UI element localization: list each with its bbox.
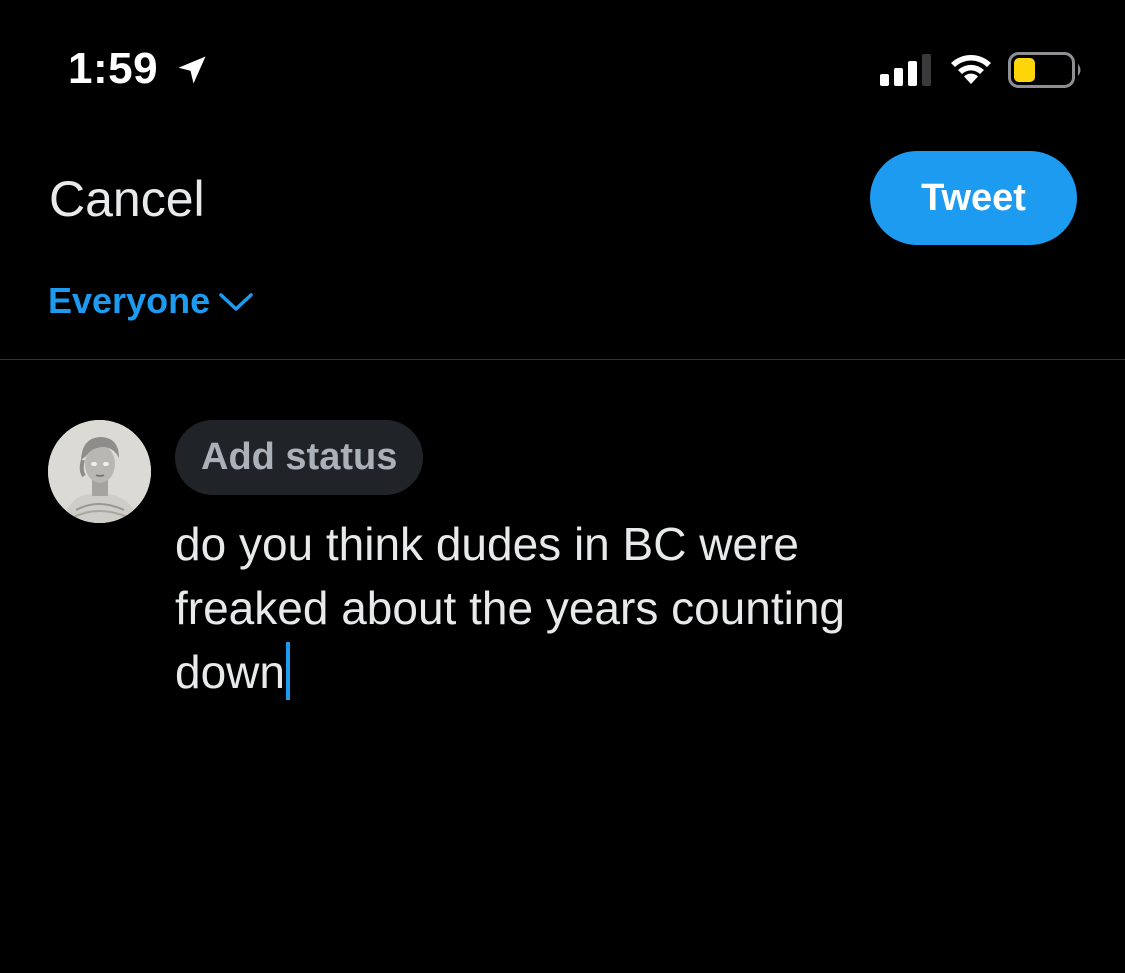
avatar[interactable] — [48, 420, 151, 523]
cancel-button[interactable]: Cancel — [49, 170, 205, 228]
tweet-text: do you think dudes in BC were freaked ab… — [175, 518, 846, 698]
tweet-text-input[interactable]: do you think dudes in BC were freaked ab… — [175, 512, 1055, 704]
text-cursor — [285, 642, 290, 700]
chevron-down-icon — [219, 293, 253, 311]
status-time: 1:59 — [68, 44, 159, 93]
location-arrow-icon — [178, 56, 206, 84]
add-status-button[interactable]: Add status — [175, 420, 424, 495]
audience-label: Everyone — [48, 280, 211, 321]
wifi-icon — [951, 55, 991, 84]
avatar-image — [48, 420, 151, 523]
header-divider — [0, 359, 1125, 360]
battery-low-icon — [1008, 52, 1081, 88]
audience-selector[interactable]: Everyone — [48, 280, 254, 322]
status-bar: 1:59 — [0, 0, 1125, 140]
cellular-signal-icon — [880, 54, 931, 86]
tweet-button[interactable]: Tweet — [870, 151, 1077, 245]
